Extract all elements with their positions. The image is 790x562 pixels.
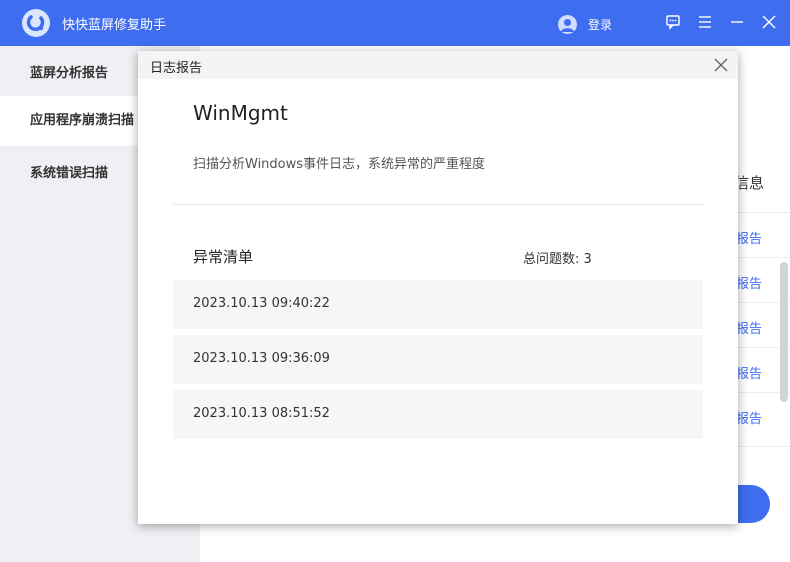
dialog-header: 日志报告 xyxy=(138,51,738,79)
report-link[interactable]: 报告 xyxy=(736,363,762,382)
list-item[interactable]: 2023.10.13 08:51:52 xyxy=(173,390,703,439)
total-issues-count: 总问题数: 3 xyxy=(523,252,592,267)
log-report-dialog: 日志报告 WinMgmt 扫描分析Windows事件日志，系统异常的严重程度 异… xyxy=(138,51,738,524)
login-link[interactable]: 登录 xyxy=(588,16,612,33)
user-avatar-icon[interactable] xyxy=(558,15,577,34)
feedback-icon[interactable] xyxy=(664,13,682,31)
app-title: 快快蓝屏修复助手 xyxy=(62,18,167,33)
divider xyxy=(173,204,704,205)
report-link[interactable]: 报告 xyxy=(736,228,762,247)
app-logo-icon xyxy=(22,9,50,37)
anomaly-list-title: 异常清单 xyxy=(193,248,254,266)
report-link[interactable]: 报告 xyxy=(736,273,762,292)
report-link[interactable]: 报告 xyxy=(736,318,762,337)
list-item[interactable]: 2023.10.13 09:40:22 xyxy=(173,280,703,329)
dialog-title: 日志报告 xyxy=(150,61,203,76)
minimize-icon[interactable] xyxy=(728,13,746,31)
application-description: 扫描分析Windows事件日志，系统异常的严重程度 xyxy=(193,157,486,172)
title-bar: 快快蓝屏修复助手 登录 xyxy=(0,0,790,46)
list-item-time: 2023.10.13 09:40:22 xyxy=(193,296,330,311)
list-item-time: 2023.10.13 08:51:52 xyxy=(193,406,330,421)
list-item[interactable]: 2023.10.13 09:36:09 xyxy=(173,335,703,384)
report-link[interactable]: 报告 xyxy=(736,408,762,427)
application-name: WinMgmt xyxy=(193,101,288,125)
list-item-time: 2023.10.13 09:36:09 xyxy=(193,351,330,366)
menu-icon[interactable] xyxy=(696,13,714,31)
dialog-close-icon[interactable] xyxy=(712,56,730,74)
scrollbar-thumb[interactable] xyxy=(780,262,788,402)
close-icon[interactable] xyxy=(760,13,778,31)
info-column-header: 信息 xyxy=(734,174,765,192)
